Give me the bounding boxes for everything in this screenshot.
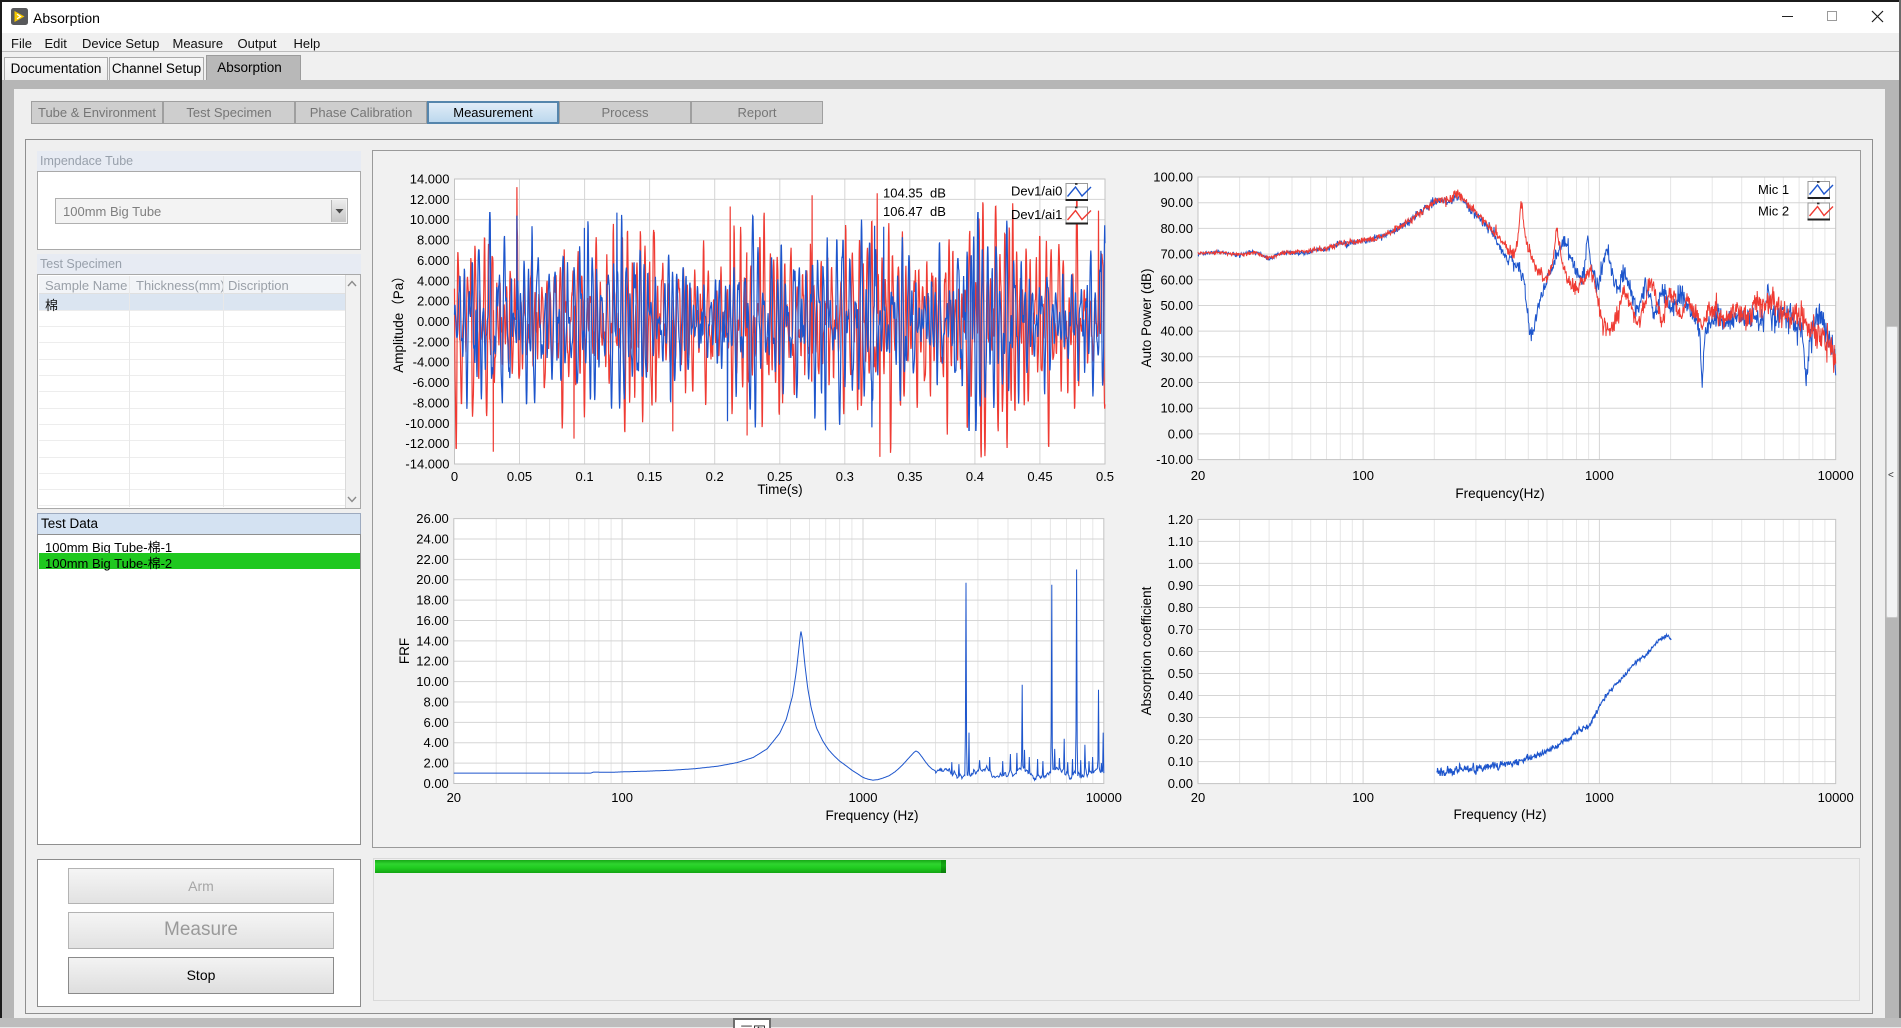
svg-text:0.5: 0.5 [1096, 469, 1114, 484]
svg-text:20: 20 [1191, 790, 1205, 805]
svg-text:0.3: 0.3 [836, 469, 854, 484]
svg-text:60.00: 60.00 [1160, 272, 1193, 287]
svg-text:Amplitude（Pa）: Amplitude（Pa） [391, 269, 406, 373]
svg-text:10000: 10000 [1086, 790, 1122, 805]
svg-text:2.00: 2.00 [423, 756, 448, 771]
svg-text:0.10: 0.10 [1168, 754, 1193, 769]
svg-text:70.00: 70.00 [1160, 247, 1193, 262]
svg-text:Time(s): Time(s) [757, 482, 802, 497]
svg-text:0.00: 0.00 [1168, 776, 1193, 791]
svg-text:20.00: 20.00 [1160, 375, 1193, 390]
svg-text:0.30: 0.30 [1168, 710, 1193, 725]
svg-text:-10.00: -10.00 [1156, 452, 1193, 467]
svg-text:10.00: 10.00 [1160, 401, 1193, 416]
svg-text:100.00: 100.00 [1153, 170, 1193, 185]
svg-text:100: 100 [611, 790, 633, 805]
svg-text:6.000: 6.000 [417, 253, 450, 268]
svg-text:6.00: 6.00 [423, 715, 448, 730]
svg-text:24.00: 24.00 [416, 532, 449, 547]
svg-text:1000: 1000 [1585, 790, 1614, 805]
svg-text:1.20: 1.20 [1168, 512, 1193, 527]
svg-text:1.00: 1.00 [1168, 556, 1193, 571]
svg-text:Mic 2: Mic 2 [1758, 204, 1789, 219]
svg-text:100: 100 [1352, 790, 1374, 805]
svg-text:Dev1/ai0: Dev1/ai0 [1011, 184, 1062, 199]
svg-text:18.00: 18.00 [416, 593, 449, 608]
svg-text:16.00: 16.00 [416, 613, 449, 628]
svg-text:100: 100 [1352, 468, 1374, 483]
svg-text:0.20: 0.20 [1168, 732, 1193, 747]
svg-text:106.47 dB: 106.47 dB [883, 204, 946, 219]
svg-text:20: 20 [447, 790, 461, 805]
svg-text:-4.000: -4.000 [413, 355, 450, 370]
svg-text:22.00: 22.00 [416, 552, 449, 567]
svg-text:0.45: 0.45 [1027, 469, 1052, 484]
svg-text:-2.000: -2.000 [413, 334, 450, 349]
svg-text:Frequency(Hz): Frequency(Hz) [1455, 486, 1544, 501]
svg-text:26.00: 26.00 [416, 511, 449, 526]
svg-text:0.4: 0.4 [966, 469, 984, 484]
svg-text:80.00: 80.00 [1160, 221, 1193, 236]
svg-text:20.00: 20.00 [416, 572, 449, 587]
svg-text:Auto Power (dB): Auto Power (dB) [1139, 268, 1154, 367]
svg-text:Absorption coefficient: Absorption coefficient [1139, 586, 1154, 715]
svg-text:-14.000: -14.000 [405, 457, 449, 472]
svg-text:14.000: 14.000 [410, 172, 450, 187]
svg-text:8.00: 8.00 [423, 695, 448, 710]
svg-text:Mic 1: Mic 1 [1758, 182, 1789, 197]
svg-text:-8.000: -8.000 [413, 395, 450, 410]
svg-text:0.00: 0.00 [423, 776, 448, 791]
svg-text:Frequency (Hz): Frequency (Hz) [825, 808, 918, 823]
svg-text:0.50: 0.50 [1168, 666, 1193, 681]
svg-text:0: 0 [451, 469, 458, 484]
svg-text:12.00: 12.00 [416, 654, 449, 669]
svg-text:10000: 10000 [1818, 790, 1854, 805]
svg-text:FRF: FRF [397, 638, 412, 664]
svg-text:1.10: 1.10 [1168, 534, 1193, 549]
svg-text:-10.000: -10.000 [405, 416, 449, 431]
svg-text:0.15: 0.15 [637, 469, 662, 484]
svg-text:Dev1/ai1: Dev1/ai1 [1011, 207, 1062, 222]
svg-text:0.35: 0.35 [897, 469, 922, 484]
svg-text:0.70: 0.70 [1168, 622, 1193, 637]
svg-text:50.00: 50.00 [1160, 298, 1193, 313]
svg-text:0.00: 0.00 [1168, 426, 1193, 441]
svg-text:2.000: 2.000 [417, 294, 450, 309]
svg-text:0.90: 0.90 [1168, 578, 1193, 593]
svg-text:0.80: 0.80 [1168, 600, 1193, 615]
svg-text:30.00: 30.00 [1160, 349, 1193, 364]
svg-text:0.1: 0.1 [576, 469, 594, 484]
svg-text:1000: 1000 [849, 790, 878, 805]
svg-text:0.2: 0.2 [706, 469, 724, 484]
svg-text:10000: 10000 [1818, 468, 1854, 483]
svg-text:Frequency (Hz): Frequency (Hz) [1453, 807, 1546, 822]
svg-text:90.00: 90.00 [1160, 195, 1193, 210]
svg-text:14.00: 14.00 [416, 633, 449, 648]
svg-text:4.00: 4.00 [423, 735, 448, 750]
svg-text:4.000: 4.000 [417, 273, 450, 288]
svg-text:10.00: 10.00 [416, 674, 449, 689]
svg-text:-12.000: -12.000 [405, 436, 449, 451]
svg-text:40.00: 40.00 [1160, 324, 1193, 339]
svg-text:1000: 1000 [1585, 468, 1614, 483]
svg-text:10.000: 10.000 [410, 212, 450, 227]
svg-text:0.60: 0.60 [1168, 644, 1193, 659]
svg-text:0.40: 0.40 [1168, 688, 1193, 703]
svg-text:12.000: 12.000 [410, 192, 450, 207]
svg-text:0.000: 0.000 [417, 314, 450, 329]
svg-text:104.35 dB: 104.35 dB [883, 186, 946, 201]
svg-text:-6.000: -6.000 [413, 375, 450, 390]
svg-text:8.000: 8.000 [417, 233, 450, 248]
svg-text:20: 20 [1191, 468, 1205, 483]
svg-text:0.05: 0.05 [507, 469, 532, 484]
